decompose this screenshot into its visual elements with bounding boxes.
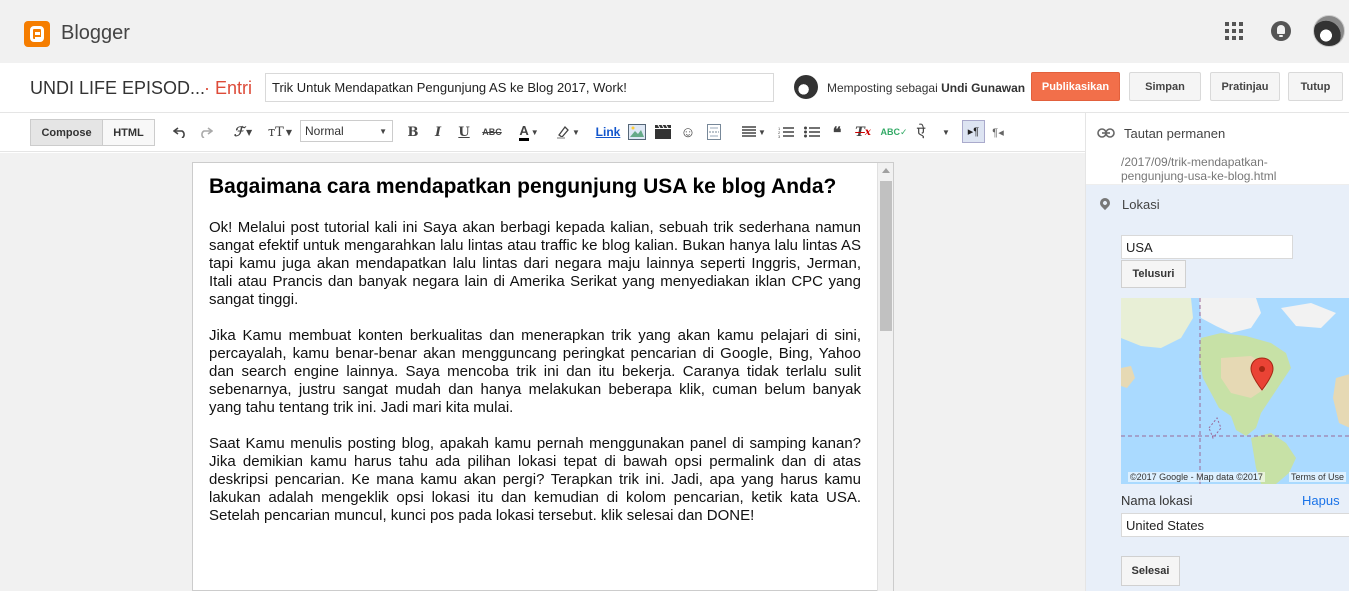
quote-icon[interactable]: ❝ <box>828 122 846 142</box>
insert-jump-break-icon[interactable] <box>706 122 722 142</box>
insert-video-icon[interactable] <box>655 122 671 142</box>
blog-name[interactable]: UNDI LIFE EPISOD... <box>30 78 205 99</box>
posting-as-label: Memposting sebagai Undi Gunawan <box>827 81 1025 95</box>
save-button[interactable]: Simpan <box>1129 72 1201 101</box>
delete-location-link[interactable]: Hapus <box>1302 493 1340 508</box>
permalink-section[interactable]: Tautan permanen /2017/09/trik-mendapatka… <box>1086 113 1349 185</box>
preview-button[interactable]: Pratinjau <box>1210 72 1280 101</box>
redo-icon[interactable] <box>198 122 214 142</box>
scroll-up-icon[interactable] <box>882 168 890 173</box>
format-value: Normal <box>305 124 344 138</box>
svg-text:3: 3 <box>778 134 781 139</box>
posting-as-prefix: Memposting sebagai <box>827 81 938 95</box>
blogger-logo-icon[interactable] <box>24 21 50 47</box>
paragraph-format-select[interactable]: Normal ▼ <box>300 120 393 142</box>
post-body[interactable]: Bagaimana cara mendapatkan pengunjung US… <box>209 173 861 543</box>
text-color-icon[interactable]: A ▼ <box>513 122 545 142</box>
html-mode-button[interactable]: HTML <box>102 119 155 146</box>
rtl-direction-icon[interactable]: ¶◂ <box>990 122 1006 142</box>
permalink-title[interactable]: Tautan permanen <box>1124 126 1225 141</box>
scrollbar-thumb[interactable] <box>880 181 892 331</box>
post-heading[interactable]: Bagaimana cara mendapatkan pengunjung US… <box>209 173 861 201</box>
map-terms-link[interactable]: Terms of Use <box>1289 472 1347 482</box>
publish-button[interactable]: Publikasikan <box>1031 72 1120 101</box>
done-button[interactable]: Selesai <box>1121 556 1180 586</box>
font-family-icon[interactable]: ℱ ▼ <box>228 122 258 142</box>
location-name-label: Nama lokasi <box>1121 493 1193 508</box>
author-avatar <box>794 75 818 99</box>
compose-mode-button[interactable]: Compose <box>30 119 103 146</box>
paragraph[interactable]: Ok! Melalui post tutorial kali ini Saya … <box>209 219 861 309</box>
close-button[interactable]: Tutup <box>1288 72 1343 101</box>
underline-icon[interactable]: U <box>456 122 472 142</box>
insert-emoji-icon[interactable]: ☺ <box>680 122 696 142</box>
author-name: Undi Gunawan <box>941 81 1026 95</box>
notifications-icon[interactable] <box>1271 21 1291 41</box>
entry-breadcrumb: · Entri <box>204 78 253 98</box>
location-title[interactable]: Lokasi <box>1122 197 1160 212</box>
location-section: Lokasi Telusuri <box>1086 185 1349 591</box>
spell-check-icon[interactable]: ABC✓ <box>880 122 907 142</box>
insert-link-button[interactable]: Link <box>594 122 622 142</box>
editor-toolbar: Compose HTML ℱ ▼ ᴛT ▼ Normal ▼ B I U ABC A… <box>0 113 1085 152</box>
chevron-down-icon: ▼ <box>379 127 387 136</box>
italic-icon[interactable]: I <box>430 122 446 142</box>
highlight-color-icon[interactable]: ▼ <box>552 122 584 142</box>
world-map <box>1121 298 1349 484</box>
map-attribution: ©2017 Google - Map data ©2017 <box>1128 472 1265 482</box>
account-avatar[interactable] <box>1313 15 1345 47</box>
editor-scrollbar[interactable] <box>877 163 893 591</box>
search-location-button[interactable]: Telusuri <box>1121 260 1186 288</box>
bold-icon[interactable]: B <box>405 122 421 142</box>
paragraph[interactable]: Saat Kamu menulis posting blog, apakah k… <box>209 435 861 525</box>
ltr-direction-icon[interactable]: ▸¶ <box>962 120 985 143</box>
bulleted-list-icon[interactable] <box>803 122 821 142</box>
insert-image-icon[interactable] <box>628 122 646 142</box>
brand-name[interactable]: Blogger <box>61 22 130 45</box>
permalink-url: /2017/09/trik-mendapatkan-pengunjung-usa… <box>1121 155 1277 183</box>
paragraph[interactable]: Jika Kamu membuat konten berkualitas dan… <box>209 327 861 417</box>
apps-grid-icon[interactable] <box>1225 22 1243 40</box>
location-search-input[interactable] <box>1121 235 1293 259</box>
undo-icon[interactable] <box>172 122 188 142</box>
numbered-list-icon[interactable]: 123 <box>777 122 795 142</box>
post-header: UNDI LIFE EPISOD... · Entri Memposting s… <box>0 63 1349 113</box>
editor-canvas[interactable]: Bagaimana cara mendapatkan pengunjung US… <box>192 162 894 591</box>
strikethrough-icon[interactable]: ABC <box>481 122 503 142</box>
link-icon <box>1097 128 1115 138</box>
remove-formatting-icon[interactable]: Tx <box>854 122 872 142</box>
input-tools-icon[interactable]: ऐ <box>912 122 930 142</box>
location-name-input[interactable] <box>1121 513 1349 537</box>
post-settings-panel: Tautan permanen /2017/09/trik-mendapatka… <box>1085 113 1349 591</box>
location-pin-icon <box>1097 195 1113 211</box>
top-bar: Blogger <box>0 0 1349 63</box>
alignment-icon[interactable]: ▼ <box>738 122 770 142</box>
input-tools-menu-icon[interactable]: ▼ <box>938 122 952 142</box>
post-title-input[interactable] <box>265 73 774 102</box>
font-size-icon[interactable]: ᴛT ▼ <box>265 122 295 142</box>
location-map[interactable]: ©2017 Google - Map data ©2017 Terms of U… <box>1121 298 1349 484</box>
